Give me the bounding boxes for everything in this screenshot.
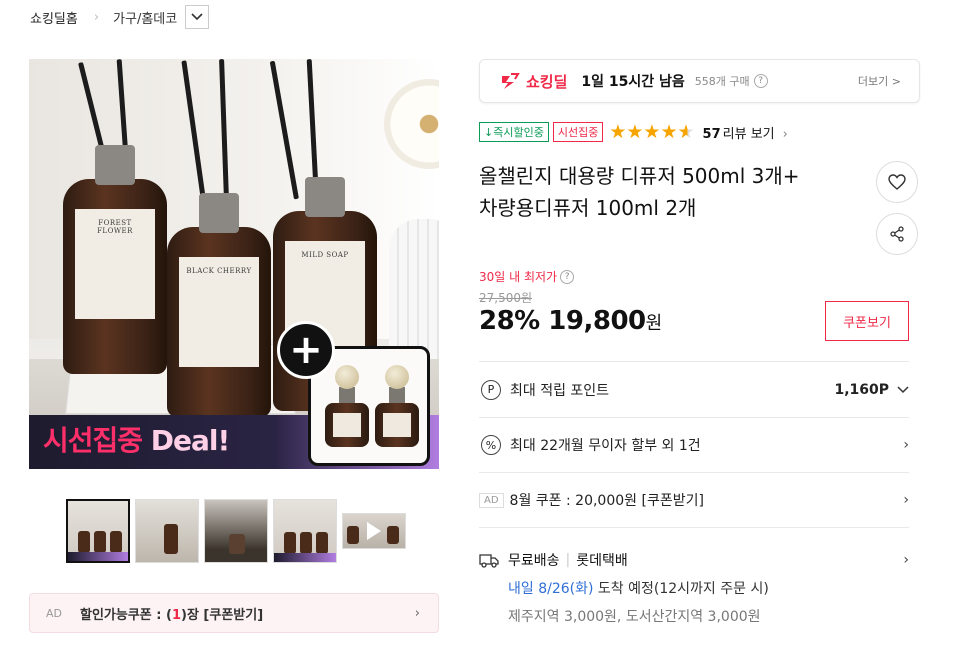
chevron-right-icon: ›: [782, 126, 788, 142]
deal-banner-text: 시선집중 Deal!: [43, 419, 230, 459]
product-title-line2: 차량용디퓨저 100ml 2개: [479, 196, 697, 220]
deal-time-left: 1일 15시간 남음: [581, 74, 685, 90]
available-coupon-bar[interactable]: AD 할인가능쿠폰 : (1)장 [쿠폰받기] ›: [29, 593, 439, 633]
deal-logo-icon: [502, 73, 520, 89]
ad-label: AD: [46, 606, 62, 620]
coupon-view-button[interactable]: 쿠폰보기: [825, 301, 909, 341]
star-icon: ★: [609, 121, 627, 143]
instant-discount-badge: ↓즉시할인중: [479, 122, 549, 142]
chevron-down-icon: [191, 13, 203, 21]
focus-badge: 시선집중: [552, 122, 604, 142]
divider: |: [565, 552, 571, 568]
chevron-right-icon: ›: [414, 605, 420, 621]
thumbnail-video[interactable]: [342, 513, 406, 549]
help-icon[interactable]: ?: [753, 74, 768, 88]
points-value-wrap: 1,160P: [834, 382, 909, 398]
breadcrumb-home[interactable]: 쇼킹딜홈: [30, 8, 78, 27]
category-dropdown-button[interactable]: [185, 5, 210, 29]
wishlist-button[interactable]: [876, 161, 918, 203]
installment-row[interactable]: % 최대 22개월 무이자 할부 외 1건 ›: [479, 417, 909, 472]
car-diffuser-bottle: [325, 365, 369, 447]
share-button[interactable]: [876, 213, 918, 255]
chevron-right-icon: ›: [903, 437, 909, 453]
car-diffuser-bottle: [375, 365, 419, 447]
star-half-icon: ★: [677, 121, 695, 143]
point-icon: P: [481, 379, 501, 400]
star-icon: ★: [626, 121, 644, 143]
original-price: 27,500원: [479, 291, 533, 305]
thumbnail-2[interactable]: [135, 499, 199, 563]
deal-banner-en: Deal!: [150, 424, 230, 457]
sale-price: 28% 19,800원: [479, 306, 662, 336]
rating-stars: ★ ★ ★ ★ ★: [609, 122, 694, 142]
purchase-count: 558개 구매: [694, 75, 750, 88]
deal-banner-ko: 시선집중: [43, 424, 143, 457]
price-value: 19,800: [548, 306, 646, 336]
badge-row: ↓즉시할인중 시선집중 ★ ★ ★ ★ ★ 57 리뷰 보기 ›: [479, 122, 788, 142]
bottle-label: BLACK CHERRY: [179, 257, 259, 367]
ad-label: AD: [479, 492, 504, 508]
chevron-right-icon: ›: [93, 9, 100, 25]
product-title-line1: 올챌린지 대용량 디퓨저 500ml 3개+: [479, 164, 800, 188]
points-label: 최대 적립 포인트: [510, 382, 610, 399]
product-main-image[interactable]: FOREST FLOWER BLACK CHERRY MILD SOAP 시선집…: [29, 59, 439, 469]
discount-rate: 28%: [479, 306, 540, 336]
review-count: 57: [702, 126, 721, 142]
review-label: 리뷰 보기: [722, 126, 775, 142]
deal-more-link[interactable]: 더보기 >: [858, 73, 901, 89]
thumbnail-1[interactable]: [66, 499, 130, 563]
lowest-price-label: 30일 내 최저가?: [479, 268, 575, 285]
chevron-right-icon: ›: [903, 492, 909, 508]
truck-icon: [479, 554, 499, 568]
plus-icon: +: [277, 321, 335, 379]
thumbnail-4[interactable]: [273, 499, 337, 563]
heart-icon: [888, 174, 906, 190]
play-icon: [367, 522, 381, 540]
percent-icon: %: [481, 435, 501, 455]
star-icon: ★: [643, 121, 661, 143]
installment-label: 최대 22개월 무이자 할부 외 1건: [510, 438, 701, 454]
review-link[interactable]: 57 리뷰 보기 ›: [703, 123, 788, 142]
monthly-coupon-label: 8월 쿠폰 : 20,000원 [쿠폰받기]: [509, 493, 704, 509]
diffuser-bottle: BLACK CHERRY: [167, 193, 271, 417]
share-icon: [890, 226, 904, 242]
shipping-method: 무료배송 | 롯데택배 ›: [479, 550, 909, 570]
extra-shipping-fee: 제주지역 3,000원, 도서산간지역 3,000원: [508, 609, 761, 625]
free-shipping-label: 무료배송: [508, 553, 560, 569]
star-icon: ★: [660, 121, 678, 143]
thumbnail-3[interactable]: [204, 499, 268, 563]
thumbnail-strip: [66, 499, 406, 563]
product-title: 올챌린지 대용량 디퓨저 500ml 3개+ 차량용디퓨저 100ml 2개: [479, 160, 859, 224]
carrier-label: 롯데택배: [576, 553, 628, 569]
breadcrumb: 쇼킹딜홈 › 가구/홈데코: [30, 4, 210, 30]
shocking-deal-label: 쇼킹딜: [526, 72, 568, 91]
monthly-coupon-row[interactable]: AD 8월 쿠폰 : 20,000원 [쿠폰받기] ›: [479, 472, 909, 527]
points-row[interactable]: P 최대 적립 포인트 1,160P: [479, 361, 909, 417]
help-icon[interactable]: ?: [560, 269, 575, 284]
bottle-label: FOREST FLOWER: [75, 209, 155, 319]
breadcrumb-category[interactable]: 가구/홈데코: [113, 8, 177, 27]
chevron-right-icon: ›: [903, 552, 909, 568]
price-currency: 원: [645, 313, 663, 334]
diffuser-bottle: FOREST FLOWER: [63, 145, 167, 374]
coupon-bar-text: 할인가능쿠폰 : (1)장 [쿠폰받기]: [80, 607, 264, 623]
chevron-down-icon: [897, 385, 909, 393]
shocking-deal-box: 쇼킹딜 1일 15시간 남음 558개 구매 ? 더보기 >: [479, 59, 920, 103]
arrival-estimate: 내일 8/26(화) 도착 예정(12시까지 주문 시): [508, 581, 769, 597]
points-value: 1,160P: [834, 381, 889, 398]
shipping-section[interactable]: 무료배송 | 롯데택배 › 내일 8/26(화) 도착 예정(12시까지 주문 …: [479, 527, 909, 626]
shocking-deal-logo: 쇼킹딜: [500, 71, 567, 92]
